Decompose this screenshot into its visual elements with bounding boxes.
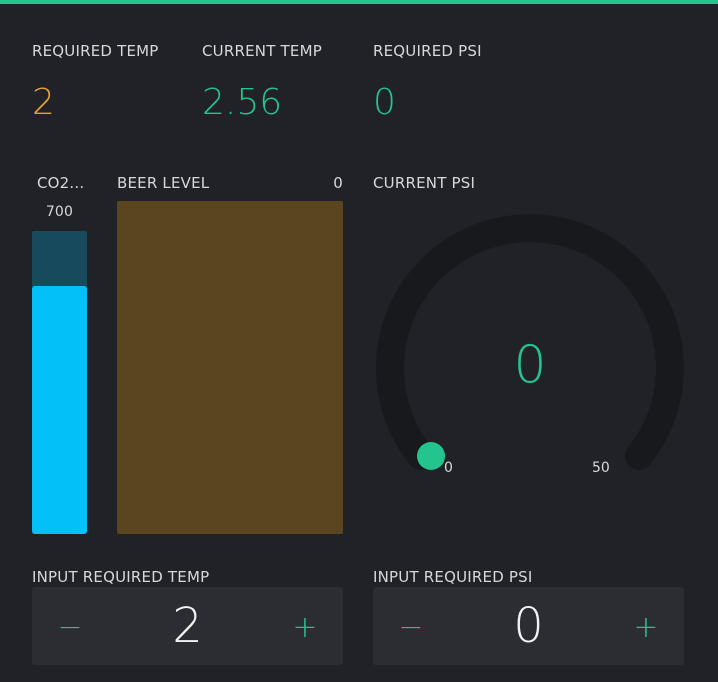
required-psi-label: REQUIRED PSI: [373, 42, 482, 60]
beer-level-value: 0: [333, 174, 343, 192]
current-psi-label: CURRENT PSI: [373, 174, 476, 192]
top-accent-bar: [0, 0, 718, 4]
gauge-indicator: [417, 442, 445, 470]
required-temp-label: REQUIRED TEMP: [32, 42, 159, 60]
current-temp-label: CURRENT TEMP: [202, 42, 322, 60]
psi-increment-button[interactable]: +: [626, 607, 666, 647]
gauge-min-label: 0: [444, 460, 453, 476]
input-required-psi-label: INPUT REQUIRED PSI: [373, 568, 533, 586]
required-temp-value: 2: [32, 82, 55, 123]
temp-stepper-value: 2: [172, 598, 203, 654]
beer-level-fill: [117, 201, 343, 534]
input-required-temp-label: INPUT REQUIRED TEMP: [32, 568, 210, 586]
current-temp-value: 2.56: [202, 82, 283, 123]
co2-value: 700: [45, 204, 74, 220]
required-psi-value: 0: [373, 82, 396, 123]
co2-level-bar: [32, 231, 87, 534]
temp-decrement-button[interactable]: −: [50, 607, 90, 647]
gauge-max-label: 50: [592, 460, 610, 476]
required-psi-stepper: − 0 +: [373, 587, 684, 665]
psi-decrement-button[interactable]: −: [391, 607, 431, 647]
current-psi-value: 0: [513, 335, 547, 395]
beer-level-label: BEER LEVEL: [117, 174, 210, 192]
psi-stepper-value: 0: [513, 598, 544, 654]
co2-level-fill: [32, 285, 87, 534]
co2-label: CO2...: [37, 174, 85, 192]
required-temp-stepper: − 2 +: [32, 587, 343, 665]
temp-increment-button[interactable]: +: [285, 607, 325, 647]
beer-level-bar: [117, 201, 343, 534]
